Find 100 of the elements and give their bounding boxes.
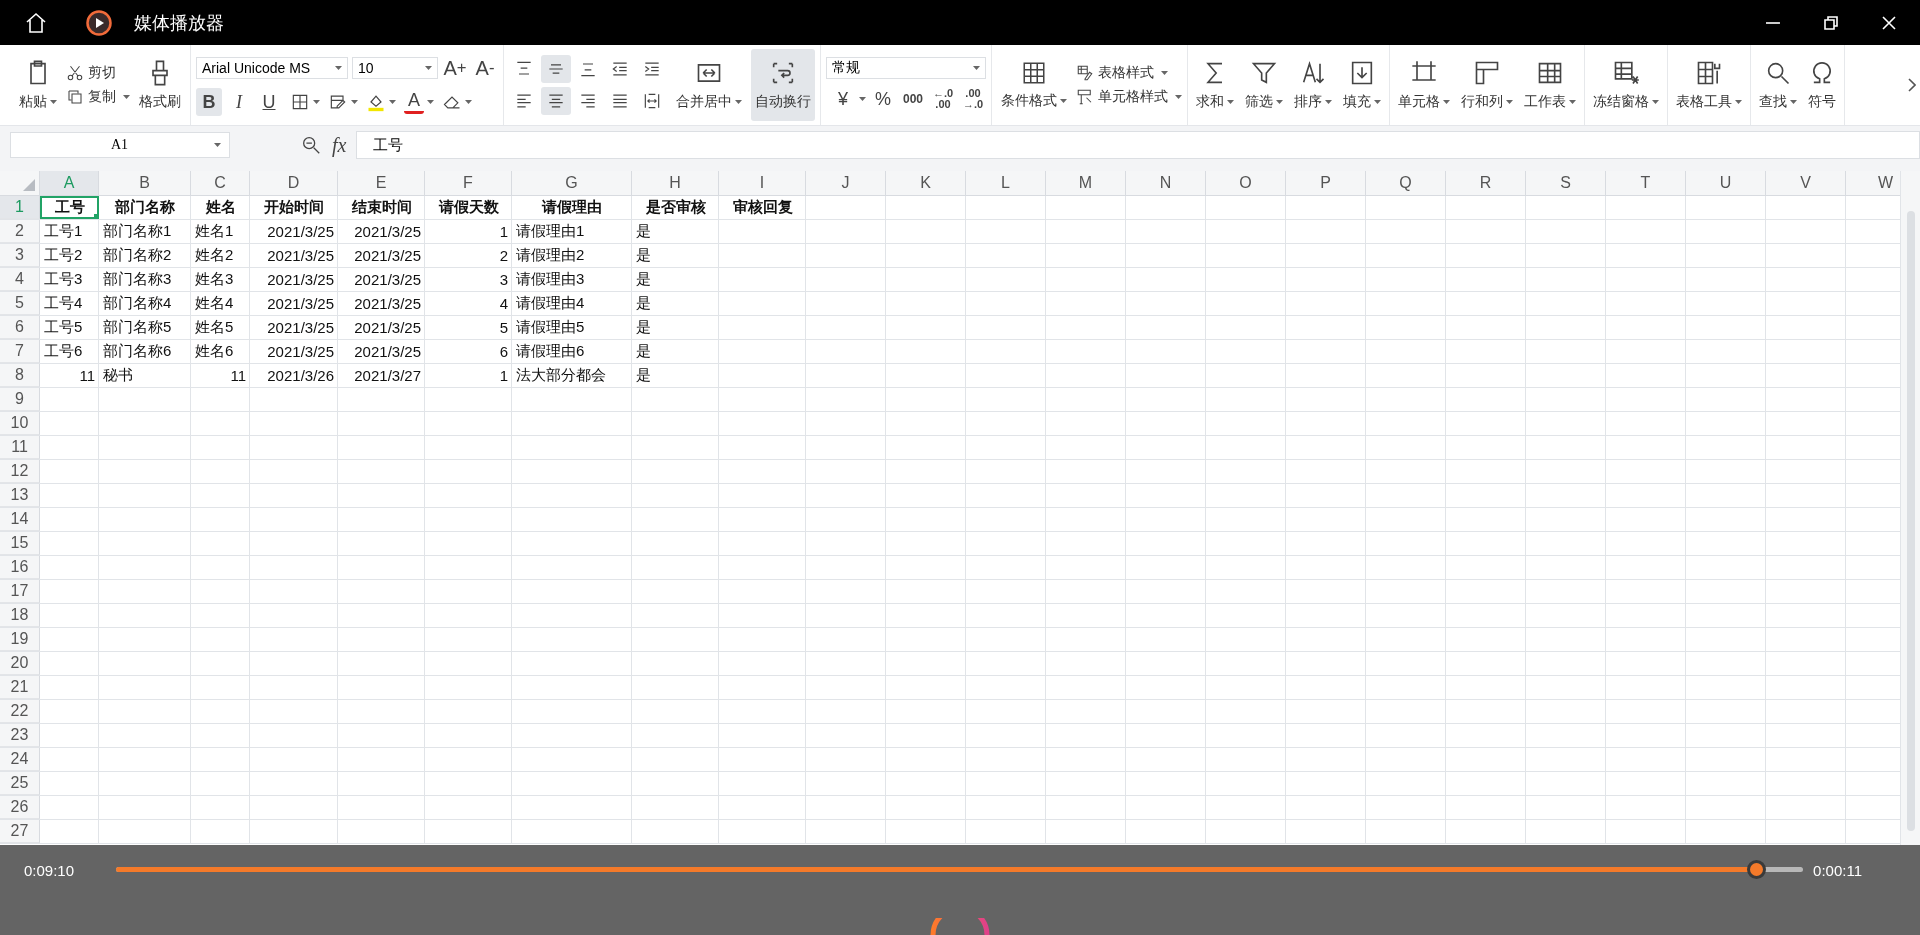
table-cell-text: 姓名5 xyxy=(194,317,235,337)
font-style-button[interactable]: I xyxy=(226,88,252,116)
column-header[interactable]: S xyxy=(1526,171,1606,196)
column-header[interactable]: G xyxy=(512,171,632,196)
row-header[interactable]: 25 xyxy=(0,772,40,795)
row-header[interactable]: 6 xyxy=(0,316,40,339)
merge-center-button[interactable]: 合并居中 xyxy=(672,49,746,121)
ribbon-command[interactable]: 单元格 xyxy=(1395,49,1453,121)
column-header[interactable]: N xyxy=(1126,171,1206,196)
row-header[interactable]: 14 xyxy=(0,508,40,531)
home-icon[interactable] xyxy=(24,10,48,35)
ribbon-command[interactable]: 排序 xyxy=(1291,49,1335,121)
column-header[interactable]: J xyxy=(806,171,886,196)
ribbon-command[interactable]: 符号 xyxy=(1805,49,1839,121)
caret-icon xyxy=(1325,100,1332,104)
font-style-button[interactable]: B xyxy=(196,88,222,116)
ribbon-command[interactable]: 表格工具 xyxy=(1673,49,1745,121)
copy-icon xyxy=(66,88,84,106)
ribbon-command[interactable]: 工作表 xyxy=(1521,49,1579,121)
row-header[interactable]: 13 xyxy=(0,484,40,507)
row-header[interactable]: 21 xyxy=(0,676,40,699)
copy-button[interactable]: 复制 xyxy=(66,88,130,106)
row-header[interactable]: 22 xyxy=(0,700,40,723)
style-button[interactable]: 表格样式 xyxy=(1076,64,1182,82)
table-cell-text: 6 xyxy=(498,342,509,362)
row-header[interactable]: 4 xyxy=(0,268,40,291)
ribbon-command[interactable]: 填充 xyxy=(1340,49,1384,121)
column-header[interactable]: L xyxy=(966,171,1046,196)
row-header[interactable]: 5 xyxy=(0,292,40,315)
table-cell-text: 请假理由 xyxy=(540,197,603,217)
row-header[interactable]: 2 xyxy=(0,220,40,243)
column-header[interactable]: F xyxy=(425,171,512,196)
decimal-button[interactable]: ←.0 .00 xyxy=(930,85,956,113)
alignment-button[interactable] xyxy=(541,87,571,115)
restore-icon[interactable] xyxy=(1822,13,1840,32)
column-header[interactable]: R xyxy=(1446,171,1526,196)
column-header[interactable]: C xyxy=(191,171,250,196)
font-style-button[interactable]: U xyxy=(256,88,282,116)
ribbon-command[interactable]: 冻结窗格 xyxy=(1590,49,1662,121)
column-header[interactable]: U xyxy=(1686,171,1766,196)
ribbon-command[interactable]: 行和列 xyxy=(1458,49,1516,121)
ribbon-command[interactable]: 筛选 xyxy=(1242,49,1286,121)
column-header[interactable]: H xyxy=(632,171,719,196)
name-box[interactable]: A1 xyxy=(10,132,230,158)
row-header[interactable]: 16 xyxy=(0,556,40,579)
row-header[interactable]: 23 xyxy=(0,724,40,747)
row-header[interactable]: 3 xyxy=(0,244,40,267)
column-header[interactable]: B xyxy=(99,171,191,196)
row-header[interactable]: 19 xyxy=(0,628,40,651)
wrap-text-button[interactable]: 自动换行 xyxy=(751,49,815,121)
column-header[interactable]: Q xyxy=(1366,171,1446,196)
row-header[interactable]: 20 xyxy=(0,652,40,675)
row-header[interactable]: 11 xyxy=(0,436,40,459)
table-cell-text: 工号4 xyxy=(43,293,84,313)
ribbon-command[interactable]: 求和 xyxy=(1193,49,1237,121)
format-painter-button[interactable]: 格式刷 xyxy=(135,49,185,121)
column-header[interactable]: V xyxy=(1766,171,1846,196)
row-header[interactable]: 27 xyxy=(0,820,40,843)
style-button[interactable]: 单元格样式 xyxy=(1076,88,1182,106)
scrollbar[interactable] xyxy=(1900,171,1920,845)
decimal-button[interactable]: .00 →.0 xyxy=(960,85,986,113)
column-header[interactable]: W xyxy=(1846,171,1900,196)
row-header[interactable]: 7 xyxy=(0,340,40,363)
row-header[interactable]: 10 xyxy=(0,412,40,435)
row-header[interactable]: 15 xyxy=(0,532,40,555)
column-header[interactable]: O xyxy=(1206,171,1286,196)
column-header[interactable]: E xyxy=(338,171,425,196)
function-label[interactable]: fx xyxy=(332,133,347,157)
percent-button[interactable]: % xyxy=(870,85,896,113)
table-cell-text: 11 xyxy=(229,366,247,386)
thousands-button[interactable]: 000 xyxy=(900,85,926,113)
row-header[interactable]: 26 xyxy=(0,796,40,819)
column-header[interactable]: T xyxy=(1606,171,1686,196)
row-header[interactable]: 17 xyxy=(0,580,40,603)
column-header[interactable]: I xyxy=(719,171,806,196)
conditional-format-button[interactable]: 条件格式 xyxy=(997,49,1071,121)
column-header[interactable]: P xyxy=(1286,171,1366,196)
formula-field[interactable]: 工号 xyxy=(356,131,1920,159)
currency-button[interactable]: ¥ xyxy=(830,85,856,113)
row-header[interactable]: 18 xyxy=(0,604,40,627)
column-header[interactable]: D xyxy=(250,171,338,196)
cut-button[interactable]: 剪切 xyxy=(66,64,130,82)
close-icon[interactable] xyxy=(1880,13,1898,32)
paste-button[interactable]: 粘贴 xyxy=(15,49,61,121)
ribbon-command[interactable]: 查找 xyxy=(1756,49,1800,121)
elapsed-time: 0:09:10 xyxy=(24,862,75,879)
font-color-button[interactable]: A xyxy=(404,90,424,114)
column-header[interactable]: K xyxy=(886,171,966,196)
number-format-dropdown[interactable]: 常规 xyxy=(826,57,986,79)
chevron-right-icon[interactable] xyxy=(1908,78,1916,92)
row-header[interactable]: 24 xyxy=(0,748,40,771)
row-header[interactable]: 12 xyxy=(0,460,40,483)
font-size-dropdown[interactable]: 10 xyxy=(352,57,438,79)
font-name-dropdown[interactable]: Arial Unicode MS xyxy=(196,57,348,79)
table-cell-text: 开始时间 xyxy=(263,197,325,217)
table-cell-text: 是 xyxy=(635,221,652,241)
table-cell-text: 2021/3/25 xyxy=(353,246,422,266)
row-header[interactable]: 8 xyxy=(0,364,40,387)
column-header[interactable]: M xyxy=(1046,171,1126,196)
row-header[interactable]: 9 xyxy=(0,388,40,411)
